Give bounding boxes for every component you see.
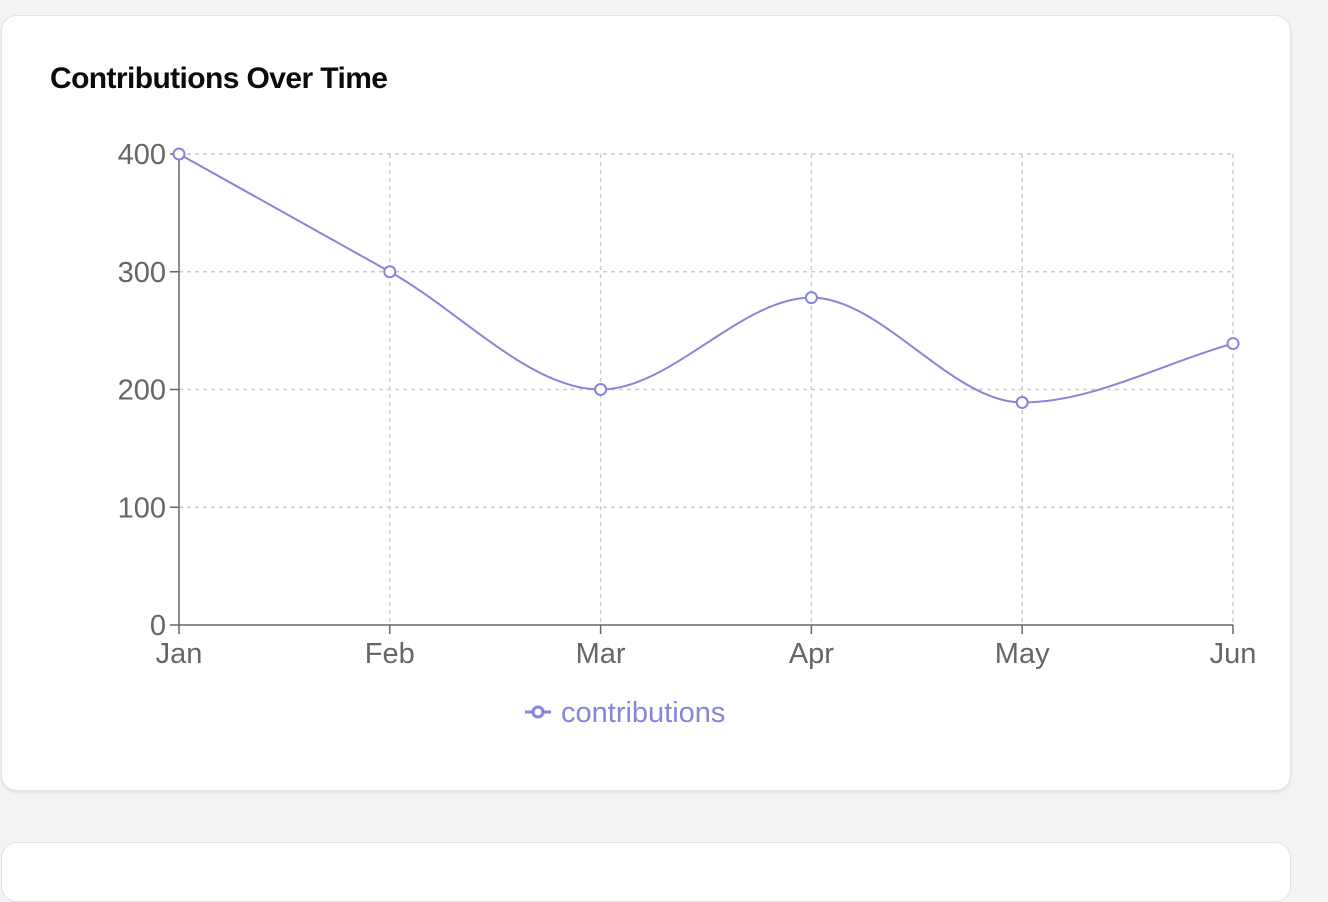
x-tick-label: Jun: [1210, 638, 1257, 670]
legend-label: contributions: [561, 697, 725, 729]
y-tick-label: 400: [118, 139, 166, 171]
y-tick-label: 200: [118, 375, 166, 407]
data-point: [594, 383, 608, 396]
data-point: [1226, 337, 1240, 351]
next-card: [1, 842, 1291, 902]
data-point: [383, 265, 397, 279]
y-tick-label: 300: [118, 257, 166, 289]
data-point: [172, 147, 186, 161]
x-tick-label: Apr: [789, 638, 834, 670]
legend-marker-icon: [531, 705, 545, 719]
chart-axes: 0100200300400Jan Feb Mar Apr May Jun: [118, 139, 1257, 670]
series-line: [178, 153, 1234, 404]
x-tick-label: Mar: [576, 638, 626, 670]
y-tick-label: 100: [118, 492, 166, 524]
chart-legend: contributions: [525, 697, 725, 729]
x-tick-label: Jan: [156, 638, 203, 670]
chart-series: [172, 147, 1240, 409]
data-point: [804, 291, 818, 305]
chart-card: Contributions Over Time 0 100 200 300 400 Jan…: [1, 15, 1291, 791]
x-tick-label: Feb: [365, 638, 415, 670]
line-chart: 0100200300400Jan Feb Mar Apr May Jun contribu…: [118, 139, 1257, 729]
x-tick-label: May: [995, 638, 1050, 670]
data-point: [1015, 395, 1029, 409]
chart-grid: [179, 153, 1234, 625]
